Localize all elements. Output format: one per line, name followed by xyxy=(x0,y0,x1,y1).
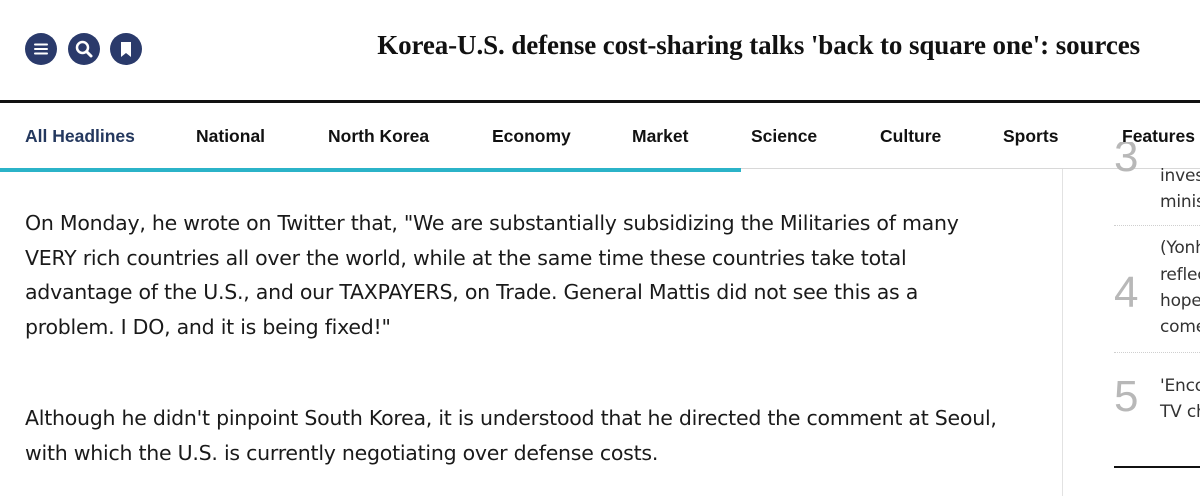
paragraph-line: advantage of the U.S., and our TAXPAYERS… xyxy=(25,280,919,304)
column-divider xyxy=(1062,169,1063,496)
sidebar-item-headline[interactable]: 'Enco xyxy=(1160,376,1200,396)
nav-item-north-korea[interactable]: North Korea xyxy=(328,126,429,147)
nav-item-market[interactable]: Market xyxy=(632,126,688,147)
sidebar-bottom-rule xyxy=(1114,466,1200,468)
article-paragraph: On Monday, he wrote on Twitter that, "We… xyxy=(25,206,1035,344)
paragraph-line: problem. I DO, and it is being fixed!" xyxy=(25,314,391,339)
nav-item-all-headlines[interactable]: All Headlines xyxy=(25,126,135,147)
rank-number: 4 xyxy=(1114,268,1139,317)
sidebar-item-headline[interactable]: (Yonh xyxy=(1160,238,1200,258)
sidebar-item-headline[interactable]: come xyxy=(1160,317,1200,337)
nav-item-science[interactable]: Science xyxy=(751,126,817,147)
paragraph-line: On Monday, he wrote on Twitter that, "We… xyxy=(25,211,959,235)
rank-number: 3 xyxy=(1114,142,1139,181)
paragraph-line: Although he didn't pinpoint South Korea,… xyxy=(25,406,997,430)
sidebar-item-headline[interactable]: hope xyxy=(1160,291,1200,311)
sidebar-item-headline[interactable]: minis xyxy=(1160,192,1200,212)
nav-item-sports[interactable]: Sports xyxy=(1003,126,1058,147)
sidebar-divider xyxy=(1114,352,1200,353)
article-title: Korea-U.S. defense cost-sharing talks 'b… xyxy=(377,30,1140,60)
section-nav: All Headlines National North Korea Econo… xyxy=(0,103,1200,169)
header: Korea-U.S. defense cost-sharing talks 'b… xyxy=(0,0,1200,100)
sidebar-item-headline[interactable]: reflec xyxy=(1160,265,1200,285)
reading-progress-bar xyxy=(0,168,741,172)
rank-number: 5 xyxy=(1114,372,1139,421)
nav-item-economy[interactable]: Economy xyxy=(492,126,571,147)
sidebar-divider xyxy=(1114,225,1200,226)
paragraph-line: with which the U.S. is currently negotia… xyxy=(25,440,659,465)
article-paragraph: Although he didn't pinpoint South Korea,… xyxy=(25,401,1035,470)
nav-item-national[interactable]: National xyxy=(196,126,265,147)
sidebar-item-headline[interactable]: inves xyxy=(1160,166,1200,186)
paragraph-line: VERY rich countries all over the world, … xyxy=(25,245,907,270)
nav-item-culture[interactable]: Culture xyxy=(880,126,941,147)
sidebar-item-headline[interactable]: TV ch xyxy=(1160,402,1200,422)
